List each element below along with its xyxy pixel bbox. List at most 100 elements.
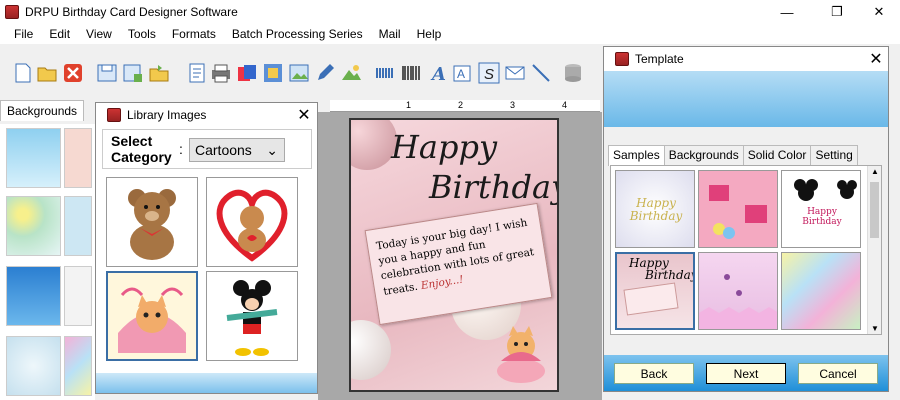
library-images-window: Library Images ✕ Select Category : Carto…: [95, 102, 318, 394]
category-dropdown[interactable]: Cartoons ⌄: [189, 138, 285, 162]
barcode-icon[interactable]: [400, 62, 422, 84]
database-icon[interactable]: [562, 62, 584, 84]
background-thumb[interactable]: [64, 196, 92, 256]
close-icon[interactable]: [62, 62, 84, 84]
background-thumb[interactable]: [64, 266, 92, 326]
card-heading-happy[interactable]: Happy: [391, 128, 497, 166]
backgrounds-tab-strip: Backgrounds: [0, 100, 95, 124]
tab-backgrounds[interactable]: Backgrounds: [663, 145, 744, 165]
text-box-icon[interactable]: A: [452, 62, 474, 84]
menu-tools[interactable]: Tools: [120, 27, 164, 41]
open-folder-icon[interactable]: [148, 62, 170, 84]
print-icon[interactable]: [210, 62, 232, 84]
card-signoff: Enjoy...!: [420, 273, 465, 292]
copy-icon[interactable]: [236, 62, 258, 84]
library-image-teddy-bear[interactable]: [106, 177, 198, 267]
template-scrollbar[interactable]: ▲ ▼: [867, 166, 881, 334]
heart-bear-icon: [216, 189, 288, 262]
menu-formats[interactable]: Formats: [164, 27, 224, 41]
signature-icon[interactable]: S: [478, 62, 500, 84]
svg-text:A: A: [430, 64, 446, 84]
kitten-gift-icon: [108, 273, 196, 359]
menu-mail[interactable]: Mail: [371, 27, 409, 41]
template-thumb[interactable]: Happy Birthday: [781, 170, 861, 248]
teddy-bear-icon: [128, 189, 176, 260]
category-label-line2: Category: [111, 149, 172, 165]
template-title-bar: Template: [604, 47, 888, 71]
close-window-button[interactable]: ✕: [856, 0, 900, 24]
menu-batch-processing[interactable]: Batch Processing Series: [224, 27, 371, 41]
svg-text:S: S: [484, 66, 494, 83]
open-icon[interactable]: [36, 62, 58, 84]
image-icon[interactable]: [288, 62, 310, 84]
new-icon[interactable]: [12, 62, 34, 84]
template-thumb[interactable]: [698, 170, 778, 248]
mickey-mouse-icon: [226, 280, 278, 356]
mail-icon[interactable]: [504, 62, 526, 84]
tab-samples[interactable]: Samples: [608, 145, 665, 166]
svg-text:A: A: [457, 67, 465, 81]
template-thumb[interactable]: Happy Birthday: [615, 170, 695, 248]
menu-edit[interactable]: Edit: [41, 27, 78, 41]
chevron-down-icon: ⌄: [266, 142, 278, 158]
menu-file[interactable]: File: [6, 27, 41, 41]
background-thumb[interactable]: [64, 128, 92, 188]
template-thumb-message-box: [623, 282, 679, 316]
scroll-thumb[interactable]: [870, 182, 879, 238]
library-image-bear-heart[interactable]: [206, 177, 298, 267]
watermark-icon[interactable]: [374, 62, 396, 84]
background-thumb[interactable]: [6, 196, 61, 256]
scroll-up-icon[interactable]: ▲: [871, 167, 879, 176]
app-icon: [5, 5, 19, 19]
template-thumb-text: Happy Birthday: [629, 196, 683, 224]
background-thumb[interactable]: [6, 336, 61, 396]
kitten-gift-illustration: [497, 326, 545, 383]
category-row: Select Category : Cartoons ⌄: [102, 129, 312, 169]
library-image-mickey[interactable]: [206, 271, 298, 361]
balloon-decoration: [351, 120, 397, 170]
menu-bar: File Edit View Tools Formats Batch Proce…: [0, 24, 900, 44]
tab-setting[interactable]: Setting: [810, 145, 858, 165]
library-title-bar: Library Images: [96, 103, 317, 127]
card-message-box[interactable]: Today is your big day! I wish you a happ…: [364, 202, 553, 326]
birthday-card[interactable]: Happy Birthday Today is your big day! I …: [349, 118, 559, 392]
title-bar: DRPU Birthday Card Designer Software — ❐…: [0, 0, 900, 24]
card-heading-birthday[interactable]: Birthday: [429, 168, 557, 206]
menu-view[interactable]: View: [78, 27, 120, 41]
tab-solid-color[interactable]: Solid Color: [742, 145, 812, 165]
menu-help[interactable]: Help: [409, 27, 450, 41]
scroll-down-icon[interactable]: ▼: [871, 324, 879, 333]
pink-confetti-icon: [699, 274, 777, 329]
template-thumb-line2: Birthday: [645, 268, 695, 282]
background-thumb[interactable]: [6, 266, 61, 326]
template-close-icon[interactable]: ✕: [866, 49, 886, 69]
library-footer-bar: [96, 373, 317, 393]
template-thumb-selected[interactable]: Happy Birthday: [615, 252, 695, 330]
tab-backgrounds[interactable]: Backgrounds: [0, 100, 85, 121]
ruler-tick-2: 2: [458, 100, 464, 110]
pen-icon[interactable]: [314, 62, 336, 84]
library-window-icon: [107, 108, 121, 122]
library-image-kitten-gift[interactable]: [106, 271, 198, 361]
library-close-icon[interactable]: ✕: [294, 105, 314, 125]
window-title: DRPU Birthday Card Designer Software: [25, 5, 238, 19]
cancel-button[interactable]: Cancel: [798, 363, 878, 384]
back-button[interactable]: Back: [614, 363, 694, 384]
picture-icon[interactable]: [340, 62, 362, 84]
restore-button[interactable]: ❐: [814, 0, 860, 24]
horizontal-ruler: 1 2 3 4: [330, 100, 600, 112]
background-thumb[interactable]: [6, 128, 61, 188]
text-icon[interactable]: A: [428, 62, 450, 84]
template-thumb[interactable]: [698, 252, 778, 330]
line-icon[interactable]: [530, 62, 552, 84]
template-thumb[interactable]: [781, 252, 861, 330]
save-icon[interactable]: [96, 62, 118, 84]
minimize-button[interactable]: —: [764, 0, 810, 24]
template-window: Template ✕ Samples Backgrounds Solid Col…: [603, 46, 889, 392]
ruler-tick-4: 4: [562, 100, 568, 110]
background-thumb[interactable]: [64, 336, 92, 396]
properties-icon[interactable]: [186, 62, 208, 84]
save-as-icon[interactable]: [122, 62, 144, 84]
next-button[interactable]: Next: [706, 363, 786, 384]
export-icon[interactable]: [262, 62, 284, 84]
